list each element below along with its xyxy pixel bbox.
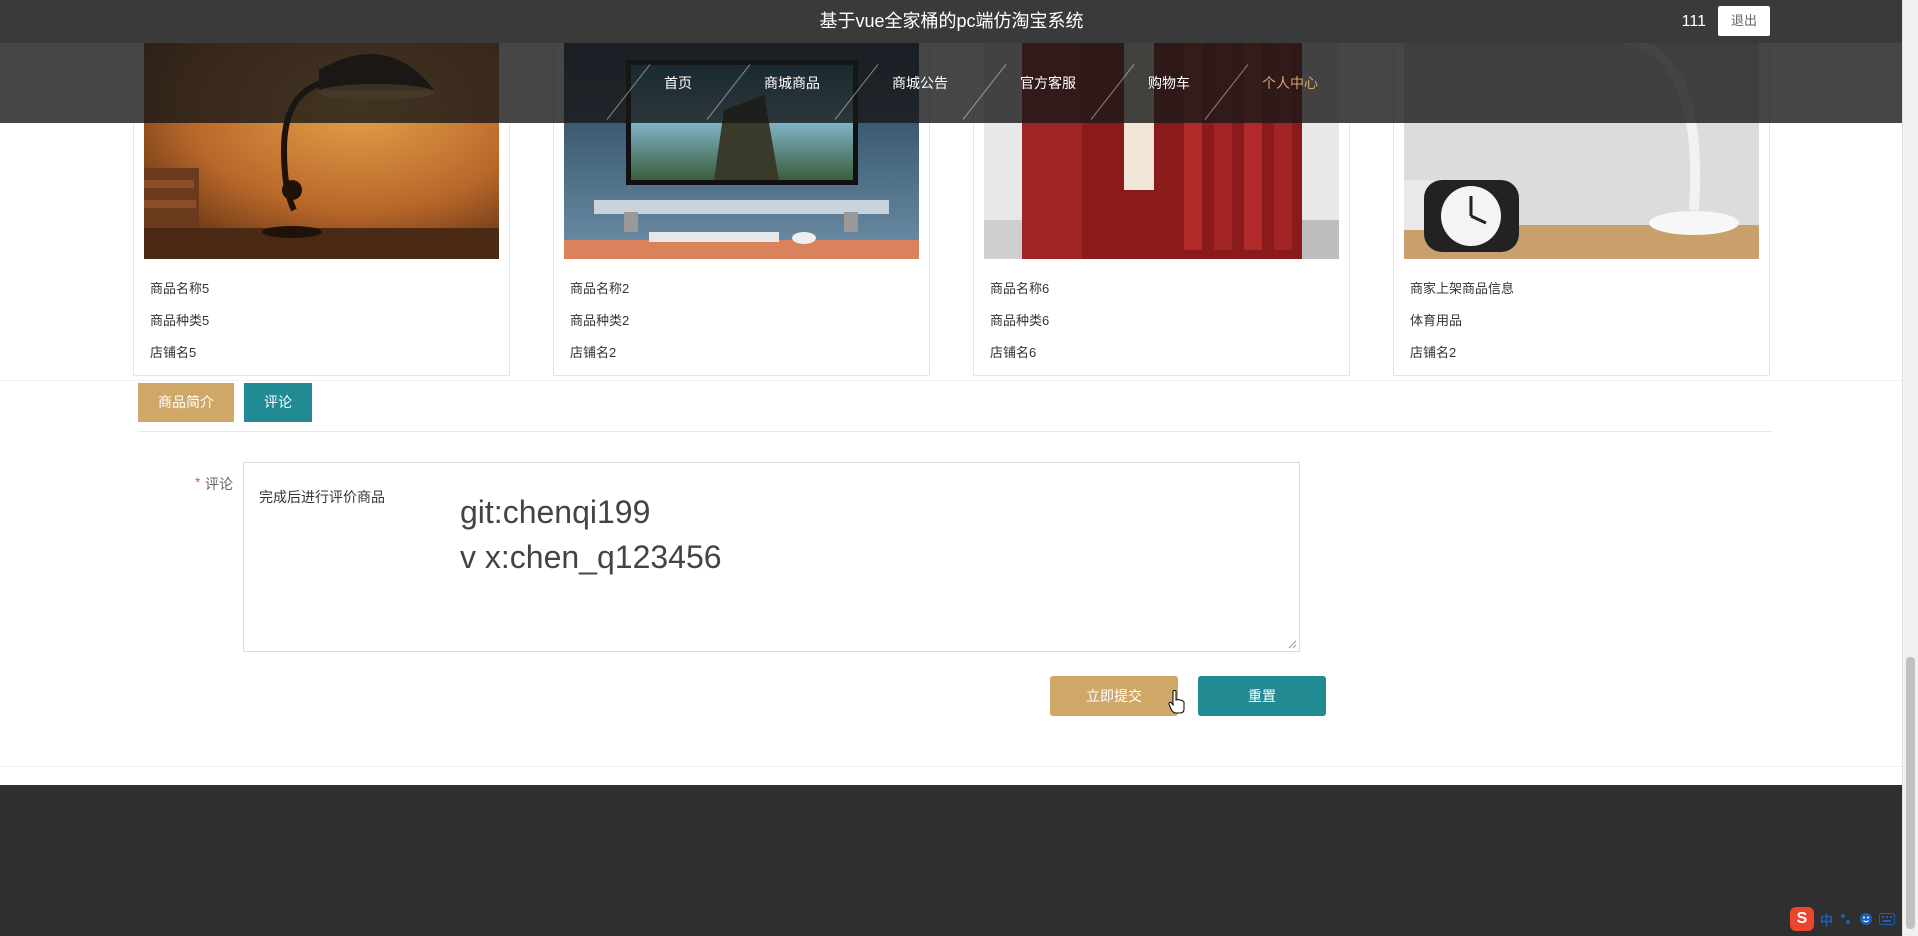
- ime-toolbar[interactable]: S 中: [1790, 906, 1896, 932]
- product-shop: 店铺名6: [990, 345, 1037, 360]
- vertical-scrollbar[interactable]: [1902, 0, 1918, 936]
- tab-comments[interactable]: 评论: [244, 383, 312, 422]
- required-mark: *: [195, 474, 201, 490]
- comment-textarea[interactable]: 完成后进行评价商品: [243, 462, 1300, 652]
- nav-label: 首页: [664, 75, 692, 91]
- site-title: 基于vue全家桶的pc端仿淘宝系统: [819, 11, 1084, 31]
- product-shop: 店铺名5: [150, 345, 197, 360]
- comment-value: 完成后进行评价商品: [259, 489, 385, 505]
- nav-item-cart[interactable]: 购物车: [1090, 43, 1226, 123]
- hand-cursor-icon: [1168, 690, 1185, 714]
- logout-button[interactable]: 退出: [1718, 6, 1770, 36]
- product-category: 商品种类5: [150, 313, 210, 328]
- product-name: 商品名称5: [150, 281, 210, 296]
- comment-label: 评论: [205, 476, 233, 492]
- nav-label: 商城商品: [764, 75, 820, 91]
- page-footer: [0, 785, 1903, 936]
- product-shop: 店铺名2: [1410, 345, 1457, 360]
- nav-label: 官方客服: [1020, 75, 1076, 91]
- product-category: 体育用品: [1410, 313, 1463, 328]
- top-title-bar: 基于vue全家桶的pc端仿淘宝系统 111 退出: [0, 0, 1903, 43]
- main-nav: 首页 商城商品 商城公告 官方客服 购物车 个人中心: [0, 43, 1903, 123]
- product-name: 商品名称2: [570, 281, 630, 296]
- watermark-line-2: v x:chen_q123456: [460, 539, 722, 575]
- tab-product-intro[interactable]: 商品简介: [138, 383, 234, 422]
- reset-button[interactable]: 重置: [1198, 676, 1326, 716]
- ime-logo-icon[interactable]: S: [1790, 907, 1814, 931]
- scrollbar-thumb[interactable]: [1906, 657, 1915, 929]
- nav-label: 个人中心: [1262, 75, 1318, 91]
- watermark-line-1: git:chenqi199: [460, 494, 651, 530]
- tab-underline: [138, 431, 1772, 432]
- nav-item-announcements[interactable]: 商城公告: [834, 43, 984, 123]
- product-category: 商品种类2: [570, 313, 630, 328]
- watermark-overlay: git:chenqi199 v x:chen_q123456: [460, 490, 722, 580]
- product-name: 商品名称6: [990, 281, 1050, 296]
- punctuation-icon[interactable]: [1839, 912, 1853, 926]
- emoji-icon[interactable]: [1859, 912, 1873, 926]
- ime-mode[interactable]: 中: [1820, 910, 1833, 929]
- nav-item-customer-service[interactable]: 官方客服: [962, 43, 1112, 123]
- nav-label: 购物车: [1148, 75, 1190, 91]
- page-divider: [0, 766, 1903, 767]
- product-shop: 店铺名2: [570, 345, 617, 360]
- section-divider: [0, 380, 1903, 381]
- keyboard-icon[interactable]: [1879, 913, 1896, 925]
- product-name: 商家上架商品信息: [1410, 281, 1515, 296]
- product-category: 商品种类6: [990, 313, 1050, 328]
- nav-label: 商城公告: [892, 75, 948, 91]
- nav-item-products[interactable]: 商城商品: [706, 43, 856, 123]
- username[interactable]: 111: [1682, 0, 1706, 43]
- submit-button[interactable]: 立即提交: [1050, 676, 1178, 716]
- nav-item-profile[interactable]: 个人中心: [1204, 43, 1354, 123]
- resize-handle-icon[interactable]: [1287, 639, 1297, 649]
